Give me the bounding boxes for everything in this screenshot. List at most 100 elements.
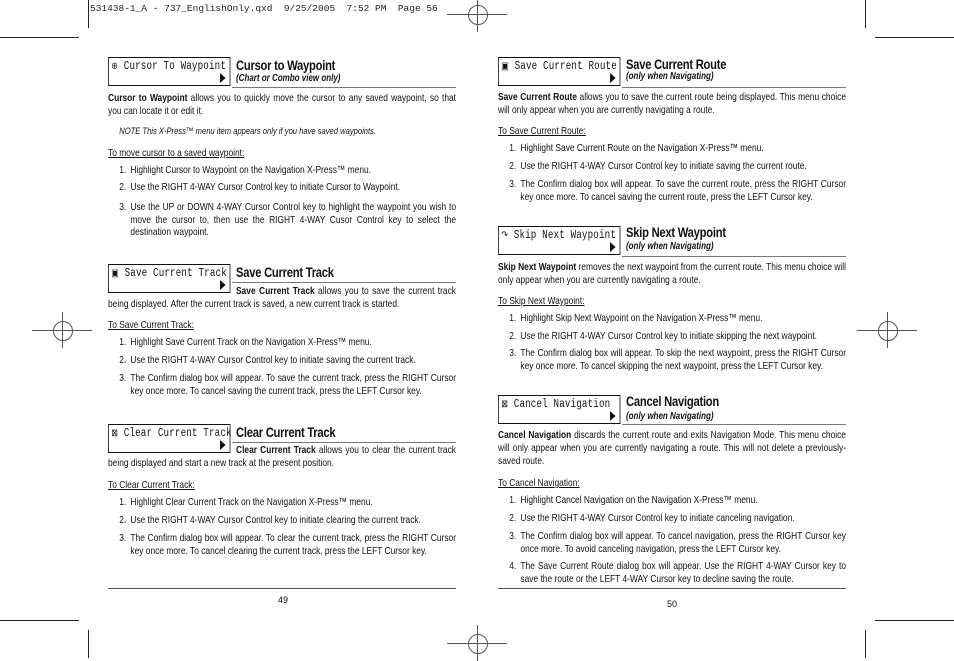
step-number: 2. [509,512,517,524]
procedure-title: To Skip Next Waypoint: [498,295,585,307]
procedure-step: 3. The Confirm dialog box will appear. To… [119,372,456,397]
step-number: 2. [119,354,127,366]
step-number: 3. [119,372,127,384]
procedure-step: 3. Use the UP or DOWN 4-WAY Cursor Contro… [119,201,456,239]
step-text: The Confirm dialog box will appear. To s… [520,347,846,372]
crop-mark [88,0,89,28]
section-rule [622,87,846,88]
step-number: 2. [119,514,127,526]
step-text: Use the RIGHT 4-WAY Cursor Control key t… [130,181,401,193]
body-lead: Cursor to Waypoint [108,92,188,104]
step-number: 3. [119,201,127,213]
step-text: Use the RIGHT 4-WAY Cursor Control key t… [520,330,818,342]
note-text: NOTE This X-Press™ menu item appears onl… [119,126,377,137]
step-text: The Confirm dialog box will appear. To s… [520,178,846,203]
step-text: The Confirm dialog box will appear. To c… [130,532,456,557]
step-text: Highlight Clear Current Track on the Nav… [130,496,373,508]
registration-line [62,312,63,348]
section-subtitle: (only when Navigating) [626,241,714,252]
step-number: 2. [509,160,517,172]
section-body: Save Current Route allows you to save th… [498,91,846,117]
step-number: 1. [509,312,517,324]
procedure-step: 3. The Confirm dialog box will appear. To… [119,532,456,557]
procedure-title: To Save Current Track: [108,319,194,331]
crop-mark [875,620,954,621]
procedure-step: 1. Highlight Clear Current Track on the N… [119,496,456,509]
crop-mark [0,37,79,38]
registration-line [477,0,478,32]
procedure-step: 3. The Confirm dialog box will appear. To… [509,178,846,203]
crop-mark [875,37,954,38]
step-text: Use the UP or DOWN 4-WAY Cursor Control … [130,201,456,238]
crop-mark [865,0,866,28]
step-number: 3. [509,178,517,190]
section-body: Save Current Track allows you to save th… [108,285,456,311]
step-number: 3. [509,347,517,359]
menu-item-preview: ⊕ Cursor To Waypoint [108,57,230,86]
section-title: Skip Next Waypoint [626,224,726,240]
procedure-step: 2. Use the RIGHT 4-WAY Cursor Control key… [509,160,846,173]
procedure-step: 1. Highlight Cursor to Waypoint on the Na… [119,164,456,177]
menu-item-preview: ⊠ Cancel Navigation [498,395,620,424]
menu-item-text: Save Current Track [124,267,227,280]
menu-item-label: ⊠ Cancel Navigation [501,398,610,411]
section-rule [232,87,456,88]
menu-item-label: ↷ Skip Next Waypoint [501,229,616,242]
page-number: 50 [667,599,678,609]
menu-item-text: Clear Current Track [123,427,232,440]
section-subtitle: (Chart or Combo view only) [236,73,341,84]
step-number: 1. [509,494,517,506]
page-49: ⊕ Cursor To Waypoint Cursor to Waypoint (C… [108,0,456,600]
step-text: Use the RIGHT 4-WAY Cursor Control key t… [520,512,795,524]
step-number: 3. [509,530,517,542]
body-lead: Save Current Route [498,91,577,103]
step-text: Use the RIGHT 4-WAY Cursor Control key t… [130,354,416,366]
section-title: Clear Current Track [236,424,336,440]
step-text: The Save Current Route dialog box will a… [520,560,846,585]
section-body: Clear Current Track allows you to clear … [108,444,456,470]
step-number: 1. [119,164,127,176]
step-text: The Confirm dialog box will appear. To s… [130,372,456,397]
section-body: Cursor to Waypoint allows you to quickly… [108,92,456,118]
section-subtitle: (only when Navigating) [626,71,714,82]
footer-rule [108,588,456,589]
registration-mark-icon [878,321,898,341]
section-body: Skip Next Waypoint removes the next wayp… [498,261,846,287]
menu-item-text: Save Current Route [514,60,617,73]
menu-item-text: Cursor To Waypoint [123,60,227,73]
menu-item-text: Cancel Navigation [513,398,611,411]
menu-item-label: ⊕ Cursor To Waypoint [111,60,226,73]
procedure-step: 2. Use the RIGHT 4-WAY Cursor Control key… [509,330,846,343]
section-rule [232,442,456,443]
menu-item-text: Skip Next Waypoint [513,229,617,242]
step-number: 2. [509,330,517,342]
procedure-step: 2. Use the RIGHT 4-WAY Cursor Control key… [119,181,456,194]
step-number: 2. [119,181,127,193]
section-title: Cursor to Waypoint [236,57,336,73]
procedure-title: To Clear Current Track: [108,479,195,491]
body-lead: Cancel Navigation [498,429,572,441]
procedure-step: 2. Use the RIGHT 4-WAY Cursor Control key… [119,354,456,367]
crop-mark [88,630,89,658]
cancel-navigation-icon: ⊠ [501,400,509,411]
step-number: 1. [119,336,127,348]
menu-item-label: ⊠ Clear Current Track [111,427,232,440]
step-text: Highlight Skip Next Waypoint on the Navi… [520,312,763,324]
procedure-step: 1. Highlight Save Current Route on the Na… [509,142,846,155]
section-title: Cancel Navigation [626,393,720,409]
procedure-step: 2. Use the RIGHT 4-WAY Cursor Control key… [119,514,456,527]
crop-mark [0,620,79,621]
route-icon: ▣ [501,62,509,73]
body-lead: Skip Next Waypoint [498,261,577,273]
step-text: Use the RIGHT 4-WAY Cursor Control key t… [130,514,421,526]
menu-item-label: ▣ Save Current Route [501,60,617,73]
skip-icon: ↷ [501,231,509,242]
arrow-right-icon [609,242,616,252]
step-text: Highlight Cancel Navigation on the Navig… [520,494,758,506]
step-number: 3. [119,532,127,544]
section-rule [622,424,846,425]
footer-rule [498,588,846,589]
menu-item-label: ▣ Save Current Track [111,267,227,280]
procedure-step: 1. Highlight Skip Next Waypoint on the Na… [509,312,846,325]
arrow-right-icon [609,73,616,83]
